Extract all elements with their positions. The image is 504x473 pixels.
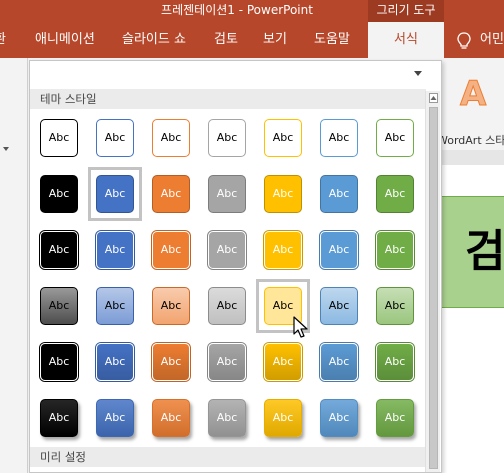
shape-style-r1-c2[interactable]: Abc [96,119,134,157]
chevron-down-icon[interactable] [2,146,10,152]
shape-style-r2-c4[interactable]: Abc [208,175,246,213]
shape-style-r1-c3[interactable]: Abc [152,119,190,157]
tab-transitions[interactable]: 환 [0,22,6,58]
shape-style-r4-c3[interactable]: Abc [152,287,190,325]
shape-style-r3-c2[interactable]: Abc [96,231,134,269]
tab-view[interactable]: 보기 [263,22,287,58]
gallery-scrollbar[interactable] [425,91,440,472]
shape-style-r6-c7[interactable]: Abc [376,399,414,437]
section-presets: 미리 설정 [30,447,426,467]
shape-style-r4-c2[interactable]: Abc [96,287,134,325]
shape-style-r2-c2[interactable]: Abc [96,175,134,213]
tab-help[interactable]: 도움말 [314,22,350,58]
wordart-preview[interactable]: A [459,74,486,115]
shape-style-r4-c1[interactable]: Abc [40,287,78,325]
shape-style-r3-c4[interactable]: Abc [208,231,246,269]
shape-style-r6-c1[interactable]: Abc [40,399,78,437]
shape-style-r2-c5[interactable]: Abc [264,175,302,213]
tab-search-hint[interactable]: 어민 [480,22,504,58]
shape-style-r3-c1[interactable]: Abc [40,231,78,269]
chevron-down-icon[interactable] [414,71,422,77]
shape-style-r1-c5[interactable]: Abc [264,119,302,157]
gallery-header [30,61,441,89]
tab-format[interactable]: 서식 [368,22,444,58]
shape-style-r5-c5[interactable]: Abc [264,343,302,381]
shape-style-r5-c2[interactable]: Abc [96,343,134,381]
shape-style-r5-c7[interactable]: Abc [376,343,414,381]
shape-style-r1-c4[interactable]: Abc [208,119,246,157]
tab-review[interactable]: 검토 [214,22,238,58]
ribbon-tab-bar: 환 애니메이션 슬라이드 쇼 검토 보기 도움말 서식 어민 [0,22,504,58]
shape-styles-gallery: 테마 스타일 Abc Abc Abc Abc Abc Abc Abc Abc Abc Abc Abc… [29,60,442,473]
lightbulb-icon[interactable] [456,32,472,50]
left-ribbon-strip [0,58,28,473]
shape-style-r1-c1[interactable]: Abc [40,119,78,157]
shape-style-r3-c6[interactable]: Abc [320,231,358,269]
shape-style-r4-c7[interactable]: Abc [376,287,414,325]
shape-style-r6-c4[interactable]: Abc [208,399,246,437]
shape-style-r1-c6[interactable]: Abc [320,119,358,157]
shape-style-r4-c4[interactable]: Abc [208,287,246,325]
shape-style-r2-c3[interactable]: Abc [152,175,190,213]
shape-style-r5-c1[interactable]: Abc [40,343,78,381]
scroll-thumb[interactable] [429,107,438,469]
shape-style-r6-c2[interactable]: Abc [96,399,134,437]
shape-style-r5-c6[interactable]: Abc [320,343,358,381]
mouse-cursor-icon [293,316,308,338]
tab-animations[interactable]: 애니메이션 [35,22,95,58]
shape-style-r2-c1[interactable]: Abc [40,175,78,213]
shape-style-r5-c4[interactable]: Abc [208,343,246,381]
shape-style-r6-c3[interactable]: Abc [152,399,190,437]
shape-style-r6-c6[interactable]: Abc [320,399,358,437]
shape-style-r5-c3[interactable]: Abc [152,343,190,381]
shape-style-r4-c6[interactable]: Abc [320,287,358,325]
tab-slideshow[interactable]: 슬라이드 쇼 [122,22,186,58]
shape-style-r3-c3[interactable]: Abc [152,231,190,269]
drawing-tools-context-label: 그리기 도구 [368,0,444,22]
scroll-up-button[interactable] [429,93,438,103]
powerpoint-window: 프레젠테이션1 - PowerPoint 그리기 도구 환 애니메이션 슬라이드… [0,0,504,473]
wordart-styles-label: WordArt 스타 [437,134,504,147]
shape-style-r1-c7[interactable]: Abc [376,119,414,157]
shape-style-r2-c6[interactable]: Abc [320,175,358,213]
shape-style-r2-c7[interactable]: Abc [376,175,414,213]
slide-shape-text: 검 [465,226,504,277]
shape-style-r6-c5[interactable]: Abc [264,399,302,437]
chevron-up-icon [430,96,437,100]
shape-style-r3-c5[interactable]: Abc [264,231,302,269]
shape-style-r3-c7[interactable]: Abc [376,231,414,269]
section-theme-styles: 테마 스타일 [30,89,426,109]
